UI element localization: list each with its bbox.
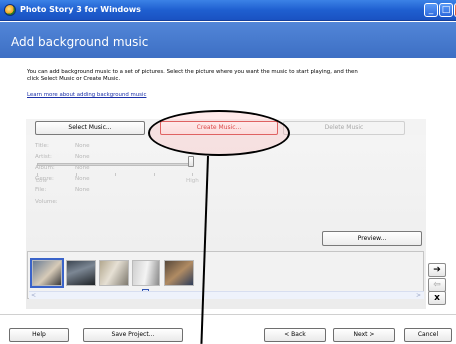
minimize-button[interactable]: _ [424, 3, 438, 17]
filmstrip-thumbnail-4[interactable] [132, 260, 160, 286]
move-left-button[interactable]: ⇦ [428, 278, 446, 292]
filmstrip-thumbnail-3[interactable] [99, 260, 129, 286]
filmstrip-scrollbar[interactable]: < > [29, 291, 424, 299]
volume-slider-track[interactable] [37, 163, 193, 166]
meta-genre-value: None [75, 176, 90, 182]
filmstrip: < > [27, 251, 424, 299]
filmstrip-thumbnail-5[interactable] [164, 260, 194, 286]
meta-artist-label: Artist: [35, 154, 52, 160]
arrow-right-icon: ➔ [433, 265, 441, 275]
window-title: Photo Story 3 for Windows [20, 5, 141, 14]
page-header: Add background music [0, 22, 456, 58]
back-button[interactable]: < Back [264, 328, 326, 342]
photo-story-icon [4, 4, 16, 16]
meta-title-value: None [75, 143, 90, 149]
volume-tick [115, 173, 116, 176]
preview-button[interactable]: Preview... [322, 231, 422, 246]
maximize-icon: □ [441, 5, 451, 15]
move-right-button[interactable]: ➔ [428, 263, 446, 277]
instructions-line-2: click Select Music or Create Music. [27, 76, 121, 82]
meta-file-value: None [75, 187, 90, 193]
scroll-left-icon[interactable]: < [31, 292, 36, 300]
highlight-ellipse [148, 110, 290, 156]
cancel-button[interactable]: Cancel [404, 328, 452, 342]
volume-tick [192, 173, 193, 176]
volume-tick [154, 173, 155, 176]
filmstrip-thumbnail-2[interactable] [66, 260, 96, 286]
minimize-icon: _ [428, 5, 434, 15]
volume-tick [76, 173, 77, 176]
delete-music-button[interactable]: Delete Music [283, 121, 405, 135]
title-bar: Photo Story 3 for Windows _ □ x [0, 0, 456, 21]
next-button[interactable]: Next > [333, 328, 395, 342]
meta-title-label: Title: [35, 143, 49, 149]
volume-tick [37, 173, 38, 176]
meta-file-label: File: [35, 187, 47, 193]
volume-slider-thumb[interactable] [188, 156, 194, 167]
instructions-text: You can add background music to a set of… [27, 69, 427, 83]
help-button[interactable]: Help [9, 328, 69, 342]
filmstrip-thumbnail-1[interactable] [30, 258, 64, 288]
remove-picture-button[interactable]: x [428, 291, 446, 305]
meta-artist-value: None [75, 154, 90, 160]
main-content: You can add background music to a set of… [0, 58, 456, 344]
volume-label: Volume: [35, 199, 58, 205]
footer-separator [0, 314, 456, 315]
page-title: Add background music [11, 35, 149, 49]
learn-more-link[interactable]: Learn more about adding background music [27, 92, 146, 98]
volume-high-label: High [186, 178, 199, 184]
select-music-button[interactable]: Select Music... [35, 121, 145, 135]
instructions-line-1: You can add background music to a set of… [27, 69, 358, 75]
maximize-button[interactable]: □ [439, 3, 453, 17]
delete-icon: x [434, 293, 440, 303]
volume-low-label: Low [36, 178, 48, 184]
save-project-button[interactable]: Save Project... [83, 328, 183, 342]
arrow-left-icon: ⇦ [433, 280, 441, 290]
scroll-right-icon[interactable]: > [416, 292, 421, 300]
